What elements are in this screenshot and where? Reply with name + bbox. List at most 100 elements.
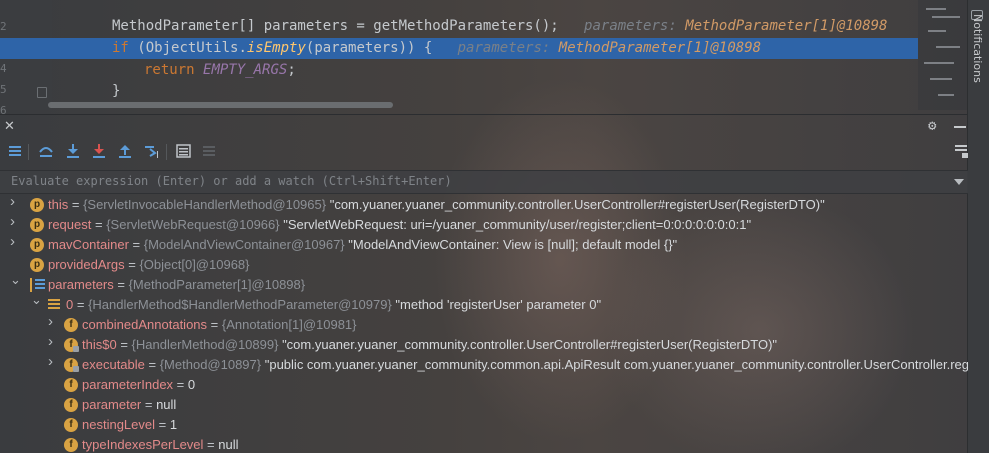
variable-text: parameters = {MethodParameter[1]@10898}	[48, 277, 306, 292]
variable-value: "com.yuaner.yuaner_community.controller.…	[282, 337, 778, 352]
variable-row[interactable]: › f combinedAnnotations = {Annotation[1]@1…	[0, 314, 968, 335]
variable-reference: {Object[0]@10968}	[139, 257, 250, 272]
inlay-hint-label: parameters:	[584, 18, 686, 34]
evaluate-icon[interactable]	[176, 143, 192, 159]
chevron-down-icon[interactable]: ⌄	[10, 273, 21, 286]
parameter-icon: p	[30, 238, 44, 252]
field-icon: f	[64, 398, 78, 412]
debug-toolbar	[0, 139, 968, 165]
variables-tree[interactable]: › p this = {ServletInvocableHandlerMethod@…	[0, 196, 968, 453]
chevron-down-icon[interactable]: ⌄	[31, 293, 42, 306]
variable-name: this	[48, 197, 69, 212]
run-to-cursor-icon[interactable]	[144, 143, 160, 159]
variable-text: executable = {Method@10897} "public com.…	[82, 357, 968, 372]
variable-reference: {ServletWebRequest@10966}	[106, 217, 284, 232]
horizontal-scrollbar[interactable]	[48, 102, 393, 108]
minimize-icon[interactable]	[954, 126, 966, 128]
step-out-icon[interactable]	[117, 143, 133, 159]
chevron-right-icon[interactable]: ›	[48, 314, 58, 329]
evaluate-expression-field[interactable]: Evaluate expression (Enter) or add a wat…	[0, 170, 968, 194]
variable-row[interactable]: f parameter = null	[0, 395, 968, 415]
code-line[interactable]: return EMPTY_ARGS;	[0, 60, 918, 81]
variable-row[interactable]: ⌄ 0 = {HandlerMethod$HandlerMethodParamet…	[0, 293, 968, 315]
variable-text: 0 = {HandlerMethod$HandlerMethodParamete…	[66, 297, 602, 312]
variable-reference: {HandlerMethod$HandlerMethodParameter@10…	[88, 297, 396, 312]
variable-row[interactable]: › f this$0 = {HandlerMethod@10899} "com.yu…	[0, 334, 968, 355]
variable-text: this = {ServletInvocableHandlerMethod@10…	[48, 197, 825, 212]
close-icon[interactable]: ✕	[4, 119, 15, 134]
variable-name: mavContainer	[48, 237, 129, 252]
chevron-right-icon[interactable]: ›	[48, 334, 58, 349]
variable-row[interactable]: › p mavContainer = {ModelAndViewContainer@…	[0, 234, 968, 255]
variable-row[interactable]: f parameterIndex = 0	[0, 375, 968, 395]
variable-value: null	[156, 397, 177, 412]
code-text: if (ObjectUtils.isEmpty(parameters)) { p…	[112, 40, 762, 56]
variable-text: parameterIndex = 0	[82, 377, 196, 392]
variable-text: typeIndexesPerLevel = null	[82, 437, 239, 452]
variable-row[interactable]: › f executable = {Method@10897} "public co…	[0, 354, 968, 375]
variable-text: combinedAnnotations = {Annotation[1]@109…	[82, 317, 357, 332]
inlay-hint-value: MethodParameter[1]@10898	[685, 18, 888, 34]
variable-row[interactable]: › p this = {ServletInvocableHandlerMethod@…	[0, 196, 968, 215]
step-over-icon[interactable]	[38, 143, 54, 159]
array-icon	[30, 278, 46, 292]
variable-value: "ModelAndViewContainer: View is [null]; …	[348, 237, 678, 252]
code-line[interactable]: }	[0, 81, 918, 102]
variable-row[interactable]: p providedArgs = {Object[0]@10968}	[0, 255, 968, 275]
step-into-icon[interactable]	[65, 143, 81, 159]
inlay-hint-value: MethodParameter[1]@10898	[558, 40, 762, 56]
variable-text: mavContainer = {ModelAndViewContainer@10…	[48, 237, 678, 252]
variable-row[interactable]: › p request = {ServletWebRequest@10966} "S…	[0, 214, 968, 235]
variable-value: "ServletWebRequest: uri=/yuaner_communit…	[283, 217, 752, 232]
final-field-icon: f	[64, 338, 79, 352]
variable-name: nestingLevel	[82, 417, 155, 432]
variable-name: executable	[82, 357, 145, 372]
variable-text: this$0 = {HandlerMethod@10899} "com.yuan…	[82, 337, 778, 352]
parameter-icon: p	[30, 198, 44, 212]
code-minimap[interactable]	[918, 0, 968, 110]
notifications-sidebar[interactable]: Notifications	[967, 0, 989, 453]
variable-row[interactable]: f nestingLevel = 1	[0, 415, 968, 435]
toolbar-separator	[28, 144, 29, 160]
frames-icon[interactable]	[8, 143, 24, 159]
chevron-right-icon[interactable]: ›	[48, 354, 58, 369]
chevron-right-icon[interactable]: ›	[10, 214, 20, 229]
parameter-icon: p	[30, 218, 44, 232]
variable-value: 1	[169, 417, 178, 432]
field-icon: f	[64, 318, 78, 332]
chevron-right-icon[interactable]: ›	[10, 196, 20, 209]
object-field-icon	[48, 299, 60, 311]
table-icon[interactable]	[202, 143, 218, 159]
chevron-down-icon[interactable]	[954, 179, 964, 185]
toolbar-separator	[166, 144, 167, 160]
current-execution-line[interactable]: if (ObjectUtils.isEmpty(parameters)) { p…	[0, 38, 918, 59]
evaluate-placeholder: Evaluate expression (Enter) or add a wat…	[11, 174, 452, 188]
force-step-into-icon[interactable]	[91, 143, 107, 159]
variable-reference: {HandlerMethod@10899}	[131, 337, 283, 352]
layout-icon[interactable]	[954, 143, 970, 159]
variable-value: 0	[187, 377, 196, 392]
field-icon: f	[64, 438, 78, 452]
variable-row[interactable]: ⌄ parameters = {MethodParameter[1]@10898}	[0, 273, 968, 295]
inlay-hint-label: parameters:	[457, 40, 559, 56]
variable-name: request	[48, 217, 92, 232]
debug-window-header: ✕ ⚙	[0, 115, 968, 139]
chevron-right-icon[interactable]: ›	[10, 234, 20, 249]
notifications-label[interactable]: Notifications	[971, 14, 984, 83]
code-text: }	[112, 83, 121, 99]
final-field-icon: f	[64, 358, 79, 372]
code-editor[interactable]: 2 3 4 5 6 MethodParameter[] parameters =…	[0, 0, 918, 117]
variable-reference: {Method@10897}	[159, 357, 265, 372]
field-icon: f	[64, 378, 78, 392]
variable-text: parameter = null	[82, 397, 177, 412]
gear-icon[interactable]: ⚙	[928, 118, 936, 134]
code-text: MethodParameter[] parameters = getMethod…	[112, 18, 888, 34]
code-text: return EMPTY_ARGS;	[144, 62, 296, 78]
variable-text: request = {ServletWebRequest@10966} "Ser…	[48, 217, 752, 232]
variable-reference: {ModelAndViewContainer@10967}	[143, 237, 349, 252]
variable-name: typeIndexesPerLevel	[82, 437, 204, 452]
variable-row[interactable]: f typeIndexesPerLevel = null	[0, 435, 968, 453]
code-line[interactable]: MethodParameter[] parameters = getMethod…	[0, 16, 918, 37]
variable-reference: {Annotation[1]@10981}	[221, 317, 357, 332]
field-icon: f	[64, 418, 78, 432]
